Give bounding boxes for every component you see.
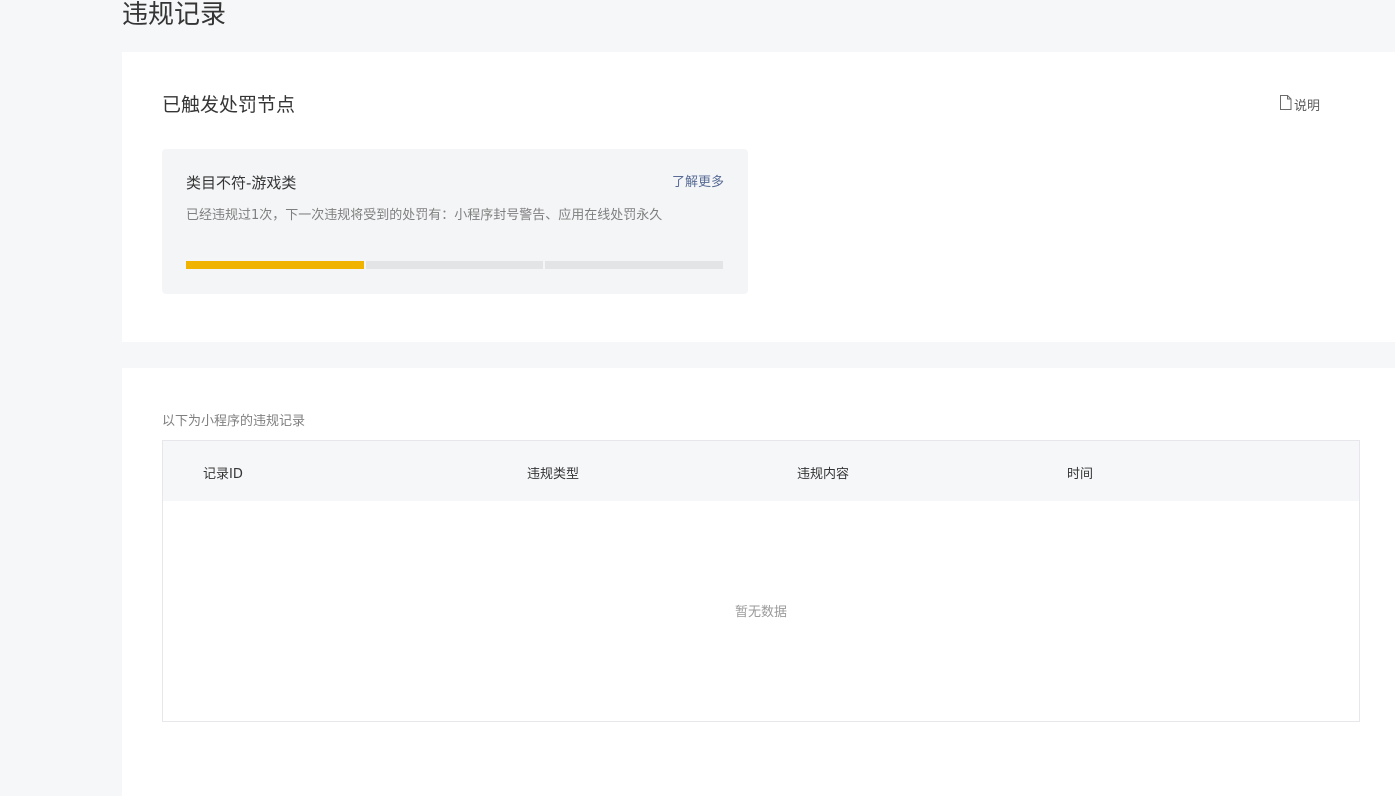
progress-segment (545, 261, 724, 269)
page-title: 违规记录 (122, 0, 227, 30)
penalty-panel: 已触发处罚节点 说明 类目不符-游戏类 了解更多 已经违规过1次，下一次违规将受… (122, 52, 1395, 342)
column-header-time: 时间 (1067, 467, 1094, 482)
records-table: 记录ID 违规类型 违规内容 时间 暂无数据 (162, 440, 1360, 722)
column-header-violation-type: 违规类型 (527, 467, 580, 482)
records-caption: 以下为小程序的违规记录 (162, 414, 306, 429)
explain-label: 说明 (1293, 99, 1320, 114)
column-header-record-id: 记录ID (203, 467, 243, 482)
explain-link[interactable]: 说明 (1279, 95, 1320, 114)
table-header: 记录ID 违规类型 违规内容 时间 (163, 441, 1359, 501)
progress-segment (365, 261, 544, 269)
empty-state: 暂无数据 (734, 605, 787, 620)
column-header-violation-content: 违规内容 (797, 467, 850, 482)
section-title: 已触发处罚节点 (162, 94, 296, 116)
penalty-progress-bar (186, 261, 724, 269)
learn-more-link[interactable]: 了解更多 (672, 171, 724, 190)
penalty-card-description: 已经违规过1次，下一次违规将受到的处罚有：小程序封号警告、应用在线处罚永久 (186, 208, 663, 223)
progress-segment (186, 261, 364, 269)
document-icon (1279, 95, 1294, 114)
records-panel: 以下为小程序的违规记录 记录ID 违规类型 违规内容 时间 暂无数据 (122, 368, 1395, 796)
penalty-card: 类目不符-游戏类 了解更多 已经违规过1次，下一次违规将受到的处罚有：小程序封号… (162, 149, 748, 294)
penalty-card-title: 类目不符-游戏类 (186, 174, 297, 192)
